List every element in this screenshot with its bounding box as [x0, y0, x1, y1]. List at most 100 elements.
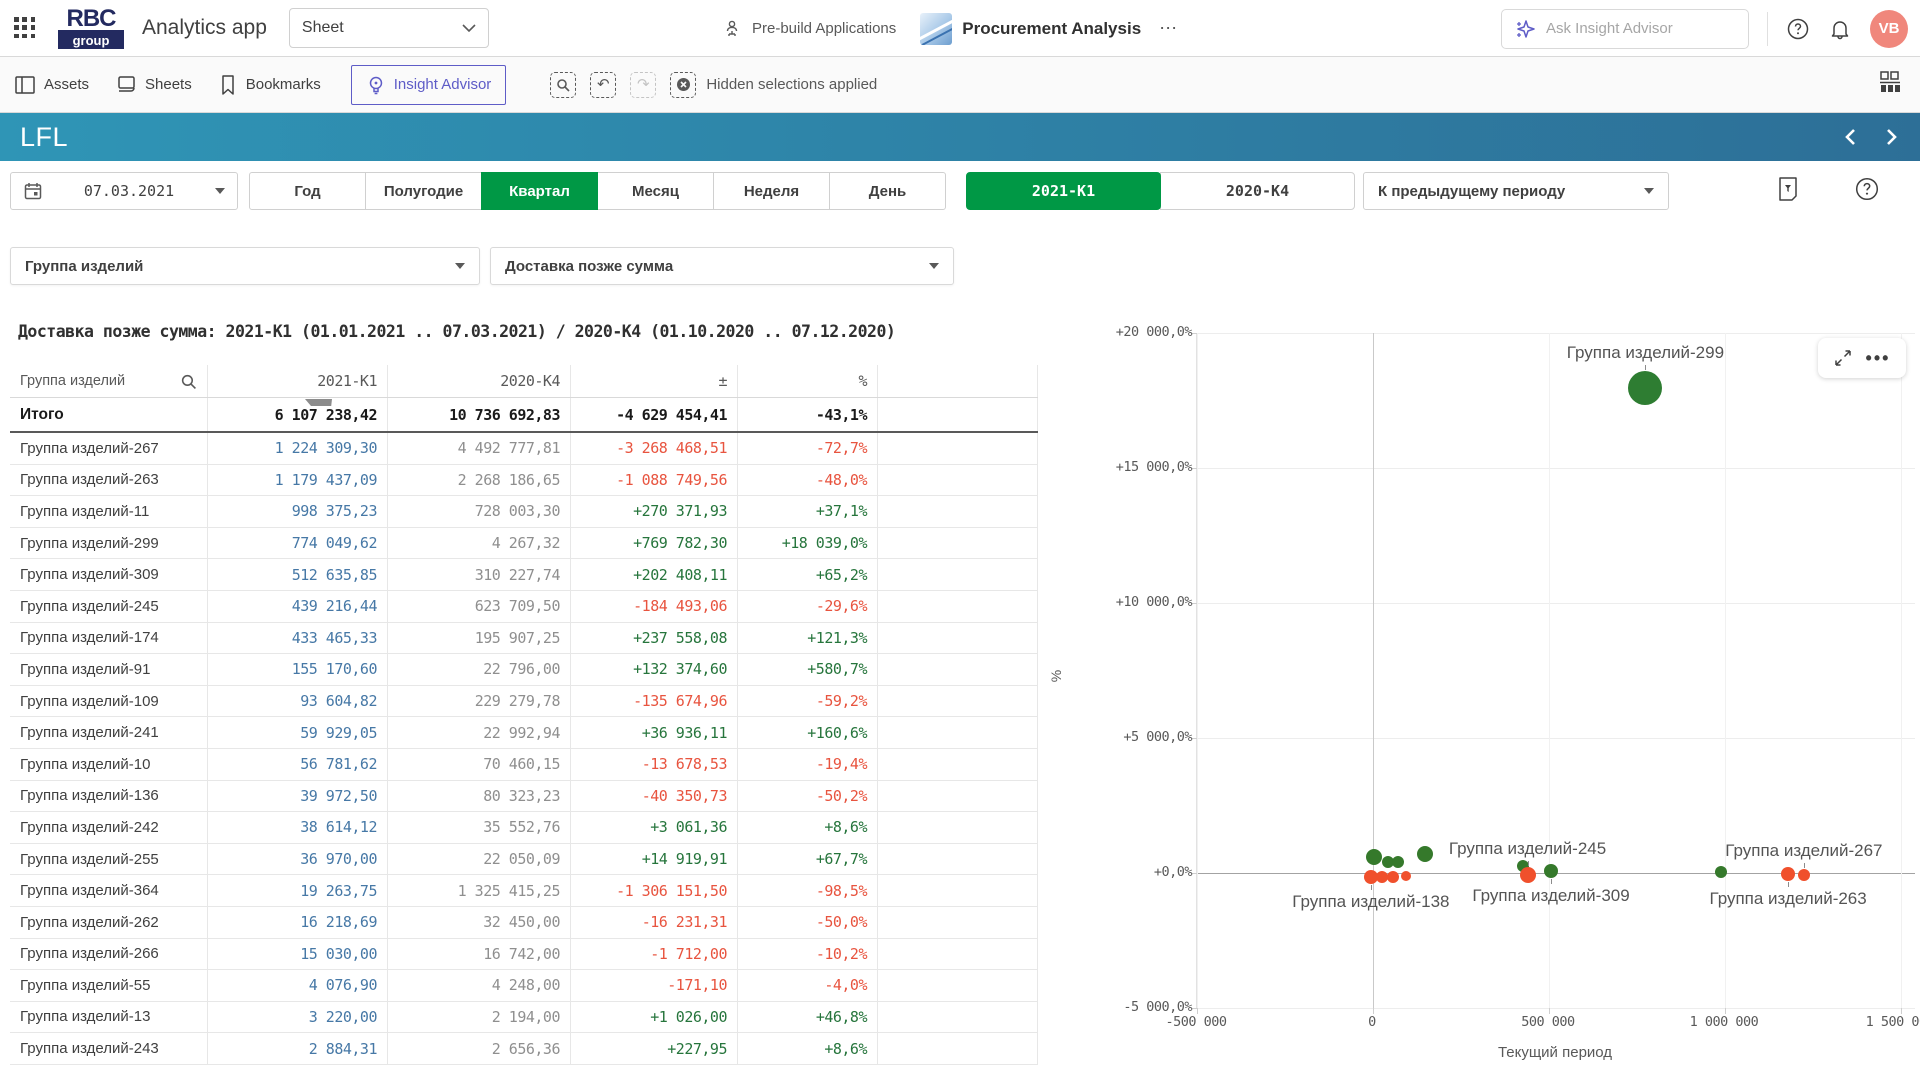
- name[interactable]: Группа изделий-263: [10, 465, 208, 496]
- y-tick-label: +15 000,0%: [1072, 459, 1192, 475]
- cell-delta: -16 231,31: [571, 907, 738, 938]
- scatter-point[interactable]: [1544, 864, 1558, 878]
- table-body: Группа изделий-2671 224 309,304 492 777,…: [10, 433, 1038, 1065]
- assets-button[interactable]: Assets: [14, 74, 89, 96]
- sort-indicator-icon: [305, 399, 332, 406]
- period-button-2[interactable]: Квартал: [481, 172, 598, 210]
- name[interactable]: Группа изделий-136: [10, 781, 208, 812]
- period-button-5[interactable]: День: [829, 172, 946, 210]
- scatter-point[interactable]: [1628, 371, 1662, 405]
- name[interactable]: Группа изделий-266: [10, 939, 208, 970]
- notifications-button[interactable]: [1828, 17, 1852, 41]
- sheets-button[interactable]: Sheets: [115, 74, 192, 96]
- cell-delta: -13 678,53: [571, 749, 738, 780]
- x-tick-label: 1 000 000: [1690, 1014, 1759, 1030]
- app-launcher-icon[interactable]: [14, 17, 36, 39]
- scatter-point[interactable]: [1387, 871, 1399, 883]
- dimension-selector[interactable]: Группа изделий: [10, 247, 480, 285]
- app-thumbnail[interactable]: [920, 13, 952, 45]
- help-icon: [1854, 176, 1880, 202]
- sheet-selector-dropdown[interactable]: Sheet: [289, 8, 489, 48]
- column-header-delta[interactable]: ±: [571, 365, 738, 397]
- period-button-1[interactable]: Полугодие: [365, 172, 482, 210]
- column-header-pct[interactable]: %: [738, 365, 878, 397]
- lfl-table: Группа изделий 2021-К1 2020-К4 ± % Итого…: [10, 365, 1038, 1065]
- date-picker[interactable]: 07.03.2021: [10, 172, 238, 210]
- step-forward-button[interactable]: ↷: [630, 72, 656, 98]
- table-title: Доставка позже сумма: 2021-К1 (01.01.202…: [10, 322, 1038, 341]
- cell-previous: 623 709,50: [388, 591, 571, 622]
- scatter-point[interactable]: [1520, 867, 1536, 883]
- column-header-previous[interactable]: 2020-К4: [388, 365, 571, 397]
- scatter-point[interactable]: [1715, 866, 1727, 878]
- scatter-point[interactable]: [1366, 849, 1382, 865]
- cell-previous: 4 492 777,81: [388, 433, 571, 464]
- period-button-3[interactable]: Месяц: [597, 172, 714, 210]
- name[interactable]: Группа изделий-299: [10, 528, 208, 559]
- app-title: Analytics app: [142, 16, 267, 40]
- period-button-0[interactable]: Год: [249, 172, 366, 210]
- comparison-mode-dropdown[interactable]: К предыдущему периоду: [1363, 172, 1669, 210]
- name[interactable]: Группа изделий-13: [10, 1002, 208, 1033]
- ask-insight-advisor-box[interactable]: [1501, 9, 1749, 49]
- name[interactable]: Группа изделий-241: [10, 717, 208, 748]
- name[interactable]: Группа изделий-245: [10, 591, 208, 622]
- name[interactable]: Группа изделий-262: [10, 907, 208, 938]
- table-row: Группа изделий-2671 224 309,304 492 777,…: [10, 433, 1038, 465]
- comparison-button-0[interactable]: 2021-К1: [966, 172, 1161, 210]
- ask-insight-advisor-input[interactable]: [1546, 20, 1716, 37]
- name[interactable]: Группа изделий-91: [10, 654, 208, 685]
- x-tick-label: 0: [1368, 1014, 1376, 1030]
- name[interactable]: Группа изделий-55: [10, 970, 208, 1001]
- cell-previous: 2 656,36: [388, 1033, 571, 1064]
- cell-current: 16 218,69: [208, 907, 388, 938]
- name[interactable]: Группа изделий-243: [10, 1033, 208, 1064]
- x-tick-label: 500 000: [1521, 1014, 1574, 1030]
- clear-selections-button[interactable]: [670, 72, 696, 98]
- selections-tool-button[interactable]: [1776, 176, 1800, 202]
- sheet-help-button[interactable]: [1854, 176, 1880, 202]
- prebuild-applications-link[interactable]: Pre-build Applications: [724, 19, 896, 39]
- scatter-point[interactable]: [1392, 856, 1404, 868]
- scatter-point[interactable]: [1401, 871, 1411, 881]
- user-avatar[interactable]: VB: [1870, 10, 1908, 48]
- calendar-icon: [23, 181, 43, 201]
- chart-more-menu[interactable]: •••: [1866, 348, 1891, 369]
- cell-previous: 32 450,00: [388, 907, 571, 938]
- column-search-icon[interactable]: [180, 373, 197, 390]
- cell-empty: [878, 1002, 1038, 1033]
- previous-sheet-button[interactable]: [1842, 127, 1858, 147]
- cell-previous: 22 050,09: [388, 844, 571, 875]
- comparison-button-1[interactable]: 2020-К4: [1160, 172, 1355, 210]
- name[interactable]: Группа изделий-309: [10, 559, 208, 590]
- sheet-layout-button[interactable]: [1878, 70, 1902, 99]
- step-back-button[interactable]: ↶: [590, 72, 616, 98]
- comparison-period-group: 2021-К12020-К4: [966, 172, 1355, 210]
- selections-search-button[interactable]: [550, 72, 576, 98]
- name[interactable]: Группа изделий-242: [10, 812, 208, 843]
- insight-advisor-button[interactable]: Insight Advisor: [351, 65, 507, 105]
- name[interactable]: Группа изделий-174: [10, 623, 208, 654]
- scatter-point[interactable]: [1417, 846, 1433, 862]
- column-header-current[interactable]: 2021-К1: [208, 365, 388, 397]
- cell-empty: [878, 465, 1038, 496]
- name[interactable]: Группа изделий-109: [10, 686, 208, 717]
- column-header-group[interactable]: Группа изделий: [10, 365, 208, 397]
- name[interactable]: Группа изделий-364: [10, 875, 208, 906]
- help-button[interactable]: [1786, 17, 1810, 41]
- sheet-title: LFL: [20, 122, 68, 153]
- name[interactable]: Группа изделий-255: [10, 844, 208, 875]
- expand-chart-icon[interactable]: [1834, 349, 1852, 367]
- name[interactable]: Группа изделий-10: [10, 749, 208, 780]
- scatter-point[interactable]: [1781, 867, 1795, 881]
- bookmarks-button[interactable]: Bookmarks: [218, 74, 321, 96]
- app-more-menu[interactable]: ⋯: [1159, 18, 1179, 39]
- name[interactable]: Группа изделий-11: [10, 496, 208, 527]
- measure-selector[interactable]: Доставка позже сумма: [490, 247, 954, 285]
- period-button-4[interactable]: Неделя: [713, 172, 830, 210]
- assets-panel-icon: [14, 74, 36, 96]
- label-leader-line: [1551, 879, 1552, 884]
- name[interactable]: Группа изделий-267: [10, 433, 208, 464]
- next-sheet-button[interactable]: [1884, 127, 1900, 147]
- scatter-point[interactable]: [1798, 869, 1810, 881]
